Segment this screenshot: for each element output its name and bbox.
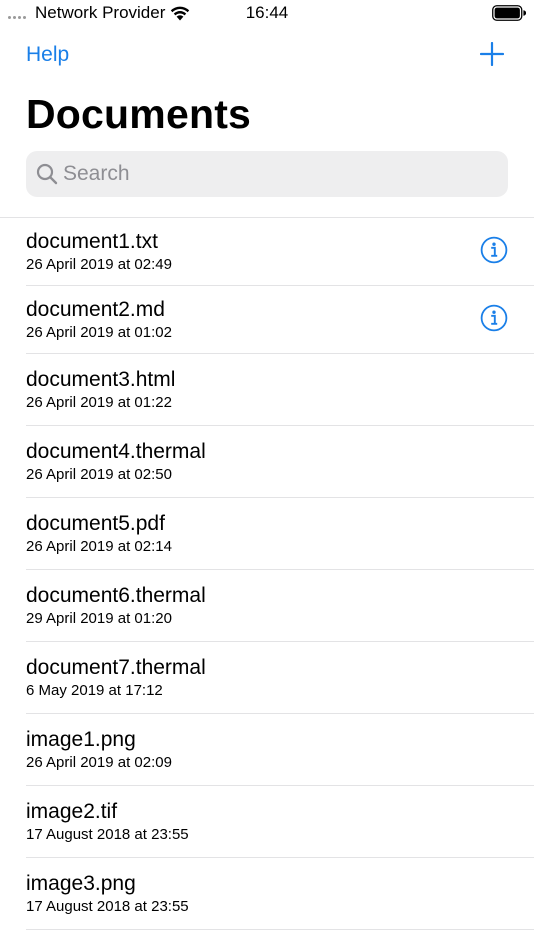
info-icon[interactable] xyxy=(480,304,508,332)
file-name: document6.thermal xyxy=(26,584,206,607)
file-date: 26 April 2019 at 01:02 xyxy=(26,324,172,341)
file-row[interactable]: document7.thermal 6 May 2019 at 17:12 xyxy=(26,642,534,714)
file-row[interactable]: image2.tif 17 August 2018 at 23:55 xyxy=(26,786,534,858)
file-name: document1.txt xyxy=(26,230,158,253)
file-name: document2.md xyxy=(26,298,165,321)
page-title: Documents xyxy=(26,91,252,137)
file-row[interactable]: document3.html 26 April 2019 at 01:22 xyxy=(26,354,534,426)
file-date: 17 August 2018 at 23:55 xyxy=(26,898,189,915)
info-icon[interactable] xyxy=(480,236,508,264)
file-date: 26 April 2019 at 02:50 xyxy=(26,466,172,483)
file-name: document4.thermal xyxy=(26,440,206,463)
status-time: 16:44 xyxy=(245,3,289,22)
file-name: document7.thermal xyxy=(26,656,206,679)
status-bar: Network Provider 16:44 xyxy=(0,0,534,28)
add-document-icon[interactable] xyxy=(480,42,504,66)
file-list: document1.txt 26 April 2019 at 02:49 doc… xyxy=(0,217,534,930)
file-row[interactable]: document1.txt 26 April 2019 at 02:49 xyxy=(26,218,534,286)
file-name: image1.png xyxy=(26,728,136,751)
help-button[interactable]: Help xyxy=(26,42,69,68)
file-name: image3.png xyxy=(26,872,136,895)
file-row[interactable]: image3.png 17 August 2018 at 23:55 xyxy=(26,858,534,930)
file-date: 6 May 2019 at 17:12 xyxy=(26,682,163,699)
file-date: 26 April 2019 at 02:09 xyxy=(26,754,172,771)
file-row[interactable]: document6.thermal 29 April 2019 at 01:20 xyxy=(26,570,534,642)
file-date: 26 April 2019 at 02:49 xyxy=(26,256,172,273)
file-date: 17 August 2018 at 23:55 xyxy=(26,826,189,843)
search-input[interactable] xyxy=(63,151,493,197)
file-row[interactable]: document5.pdf 26 April 2019 at 02:14 xyxy=(26,498,534,570)
search-bar[interactable] xyxy=(26,151,508,197)
file-row[interactable]: image1.png 26 April 2019 at 02:09 xyxy=(26,714,534,786)
file-name: document3.html xyxy=(26,368,176,391)
file-row[interactable]: document4.thermal 26 April 2019 at 02:50 xyxy=(26,426,534,498)
battery-icon xyxy=(492,5,526,21)
file-row[interactable]: document2.md 26 April 2019 at 01:02 xyxy=(26,286,534,354)
file-name: document5.pdf xyxy=(26,512,165,535)
file-date: 26 April 2019 at 02:14 xyxy=(26,538,172,555)
file-date: 26 April 2019 at 01:22 xyxy=(26,394,172,411)
search-icon xyxy=(36,163,58,185)
file-date: 29 April 2019 at 01:20 xyxy=(26,610,172,627)
file-name: image2.tif xyxy=(26,800,118,823)
